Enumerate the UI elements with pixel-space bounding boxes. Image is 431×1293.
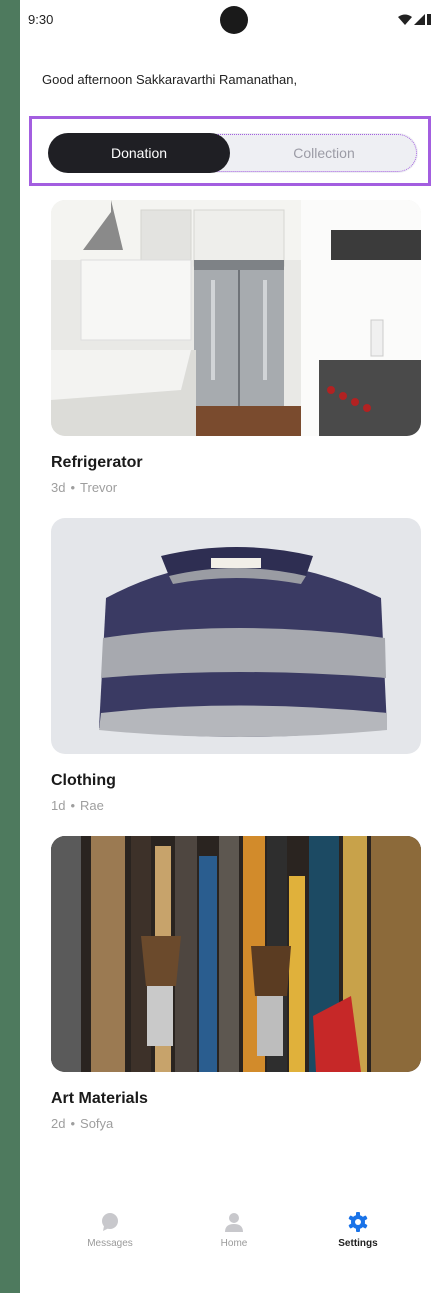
nav-label: Settings	[338, 1238, 378, 1249]
gear-icon	[348, 1212, 368, 1232]
status-time: 9:30	[28, 12, 54, 27]
tab-donation[interactable]: Donation	[48, 133, 230, 173]
list-item[interactable]: Refrigerator 3d • Trevor	[51, 200, 421, 495]
signal-icon	[414, 14, 425, 25]
chat-bubble-icon	[102, 1213, 118, 1231]
tab-switcher-focus-frame: Donation Collection	[29, 116, 431, 186]
nav-messages[interactable]: Messages	[60, 1212, 160, 1249]
meta-separator: •	[70, 1116, 76, 1131]
status-bar: 9:30	[20, 0, 431, 36]
app-screen: 9:30 Good afternoon Sakkaravarthi Ramana…	[20, 0, 431, 1293]
item-image-sweater	[51, 518, 421, 754]
item-meta: 1d • Rae	[51, 798, 421, 813]
nav-label: Home	[220, 1238, 248, 1249]
tab-collection[interactable]: Collection	[230, 133, 418, 173]
item-image-kitchen	[51, 200, 421, 436]
item-age: 3d	[51, 480, 66, 495]
item-author: Sofya	[80, 1116, 114, 1131]
item-age: 1d	[51, 798, 66, 813]
item-title: Clothing	[51, 772, 116, 789]
nav-home[interactable]: Home	[184, 1212, 284, 1249]
meta-separator: •	[70, 480, 76, 495]
item-title: Refrigerator	[51, 454, 143, 471]
person-icon	[225, 1213, 243, 1232]
nav-label: Messages	[87, 1238, 133, 1249]
greeting-text: Good afternoon Sakkaravarthi Ramanathan,	[42, 72, 298, 87]
item-age: 2d	[51, 1116, 66, 1131]
item-image-brushes	[51, 836, 421, 1072]
list-item[interactable]: Clothing 1d • Rae	[51, 518, 421, 813]
bottom-navigation: Messages Home Settings	[20, 1212, 431, 1272]
tab-switcher: Donation Collection	[48, 133, 418, 173]
item-meta: 2d • Sofya	[51, 1116, 421, 1131]
list-item[interactable]: Art Materials 2d • Sofya	[51, 836, 421, 1131]
status-icons	[398, 14, 431, 25]
nav-settings[interactable]: Settings	[308, 1212, 408, 1249]
battery-icon	[427, 14, 431, 25]
meta-separator: •	[70, 798, 76, 813]
item-title: Art Materials	[51, 1090, 148, 1107]
camera-notch	[220, 6, 248, 34]
item-author: Rae	[80, 798, 104, 813]
item-meta: 3d • Trevor	[51, 480, 421, 495]
item-author: Trevor	[80, 480, 118, 495]
wifi-icon	[398, 14, 412, 25]
